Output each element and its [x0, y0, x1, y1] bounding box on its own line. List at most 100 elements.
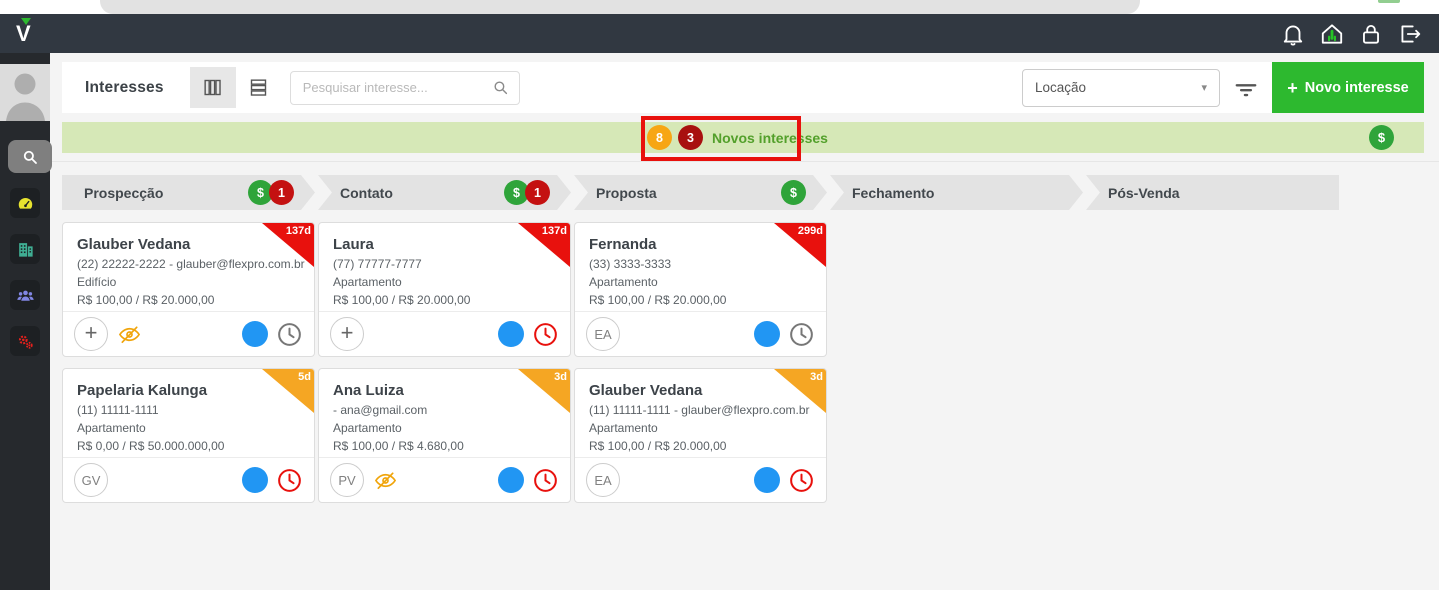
new-interest-button[interactable]: + Novo interesse: [1272, 62, 1424, 113]
card-agent-button[interactable]: +: [330, 317, 364, 351]
category-select-value: Locação: [1035, 80, 1087, 95]
age-ribbon-label: 137d: [541, 225, 567, 237]
stage-badges: $ 1: [248, 180, 294, 205]
search-icon[interactable]: [492, 79, 509, 96]
clock-icon[interactable]: [788, 321, 815, 348]
banner-dollar-badge[interactable]: $: [1369, 125, 1394, 150]
card-values: R$ 100,00 / R$ 4.680,00: [333, 438, 464, 453]
search-input[interactable]: [290, 80, 492, 95]
stage-count-badge[interactable]: 1: [525, 180, 550, 205]
clock-icon[interactable]: [532, 321, 559, 348]
stage-header[interactable]: Pós-Venda: [1086, 175, 1339, 210]
card-body: Laura (77) 77777-7777 Apartamento R$ 100…: [319, 223, 570, 313]
card-values: R$ 100,00 / R$ 20.000,00: [589, 292, 727, 307]
status-blue-dot[interactable]: [242, 467, 268, 493]
stage-header[interactable]: Prospecção $ 1: [62, 175, 315, 210]
stage-label: Pós-Venda: [1108, 184, 1180, 201]
card-contact: (33) 3333-3333: [589, 257, 672, 271]
stage-header[interactable]: Contato $ 1: [318, 175, 571, 210]
card-name: Laura: [333, 236, 374, 253]
card-footer: PV: [319, 457, 570, 502]
board-column: Prospecção $ 1 137d Glauber Vedana (22) …: [62, 175, 315, 503]
sidebar: [0, 53, 52, 590]
card-body: Ana Luiza - ana@gmail.com Apartamento R$…: [319, 369, 570, 459]
clock-icon[interactable]: [276, 321, 303, 348]
browser-strip: [0, 0, 1439, 14]
clock-icon[interactable]: [788, 467, 815, 494]
search-box: [289, 70, 520, 105]
status-blue-dot[interactable]: [498, 321, 524, 347]
stage-count-badge[interactable]: 1: [269, 180, 294, 205]
sidebar-dashboard-gauge-icon[interactable]: [10, 188, 40, 218]
user-avatar[interactable]: [0, 64, 50, 121]
card-agent-button[interactable]: EA: [586, 317, 620, 351]
card-contact: (77) 77777-7777: [333, 257, 422, 271]
interest-card[interactable]: 299d Fernanda (33) 3333-3333 Apartamento…: [574, 222, 827, 357]
interest-card[interactable]: 5d Papelaria Kalunga (11) 11111-1111 Apa…: [62, 368, 315, 503]
interest-card[interactable]: 137d Glauber Vedana (22) 22222-2222 - gl…: [62, 222, 315, 357]
status-blue-dot[interactable]: [754, 321, 780, 347]
card-agent-button[interactable]: PV: [330, 463, 364, 497]
status-blue-dot[interactable]: [242, 321, 268, 347]
board-column: Pós-Venda: [1086, 175, 1339, 503]
category-select[interactable]: Locação ▾: [1022, 68, 1220, 107]
card-contact: - ana@gmail.com: [333, 403, 428, 417]
app-logo[interactable]: V: [16, 17, 31, 45]
kanban-view-button[interactable]: [189, 67, 236, 108]
card-body: Papelaria Kalunga (11) 11111-1111 Aparta…: [63, 369, 314, 459]
banner-label: Novos interesses: [712, 129, 828, 146]
eye-slash-icon[interactable]: [118, 323, 141, 346]
interest-card[interactable]: 137d Laura (77) 77777-7777 Apartamento R…: [318, 222, 571, 357]
card-values: R$ 100,00 / R$ 20.000,00: [77, 292, 215, 307]
age-ribbon-label: 137d: [285, 225, 311, 237]
status-blue-dot[interactable]: [498, 467, 524, 493]
stage-dollar-badge[interactable]: $: [781, 180, 806, 205]
card-name: Ana Luiza: [333, 382, 404, 399]
card-agent-button[interactable]: +: [74, 317, 108, 351]
browser-extension-icon[interactable]: [1378, 0, 1400, 3]
board-column: Fechamento: [830, 175, 1083, 503]
card-contact: (22) 22222-2222 - glauber@flexpro.com.br: [77, 257, 305, 271]
stage-header[interactable]: Fechamento: [830, 175, 1083, 210]
pipeline-board: Prospecção $ 1 137d Glauber Vedana (22) …: [62, 175, 1339, 503]
stage-label: Contato: [340, 184, 393, 201]
status-blue-dot[interactable]: [754, 467, 780, 493]
card-footer: EA: [575, 311, 826, 356]
sidebar-clients-users-icon[interactable]: [10, 280, 40, 310]
interest-card[interactable]: 3d Glauber Vedana (11) 11111-1111 - glau…: [574, 368, 827, 503]
app-topbar: V: [0, 14, 1439, 53]
lock-icon[interactable]: [1358, 21, 1384, 47]
card-body: Fernanda (33) 3333-3333 Apartamento R$ 1…: [575, 223, 826, 313]
card-property-type: Edifício: [77, 274, 117, 289]
sidebar-settings-gears-icon[interactable]: [10, 326, 40, 356]
page-title: Interesses: [85, 78, 164, 96]
sidebar-search-button[interactable]: [8, 140, 52, 173]
caret-down-icon: ▾: [1201, 82, 1207, 94]
card-property-type: Apartamento: [333, 420, 402, 435]
new-interests-banner[interactable]: 8 3 Novos interesses $: [62, 122, 1424, 153]
columns-icon: [204, 79, 221, 96]
clock-icon[interactable]: [276, 467, 303, 494]
card-name: Papelaria Kalunga: [77, 382, 208, 399]
card-property-type: Apartamento: [589, 420, 658, 435]
board-column: Proposta $ 299d Fernanda (33) 3333-3333 …: [574, 175, 827, 503]
rows-icon: [251, 79, 267, 96]
card-property-type: Apartamento: [589, 274, 658, 289]
card-agent-button[interactable]: GV: [74, 463, 108, 497]
clock-icon[interactable]: [532, 467, 559, 494]
browser-address-bar[interactable]: [100, 0, 1140, 14]
stage-header[interactable]: Proposta $: [574, 175, 827, 210]
filter-icon[interactable]: [1233, 75, 1259, 101]
stage-label: Fechamento: [852, 184, 935, 201]
notifications-bell-icon[interactable]: [1280, 21, 1306, 47]
overdue-count-badge: 3: [678, 125, 703, 150]
logout-icon[interactable]: [1397, 21, 1423, 47]
card-agent-button[interactable]: EA: [586, 463, 620, 497]
list-view-button[interactable]: [235, 67, 282, 108]
interest-card[interactable]: 3d Ana Luiza - ana@gmail.com Apartamento…: [318, 368, 571, 503]
pending-count-badge: 8: [647, 125, 672, 150]
home-touch-icon[interactable]: [1319, 21, 1345, 47]
eye-slash-icon[interactable]: [374, 469, 397, 492]
sidebar-properties-building-icon[interactable]: [10, 234, 40, 264]
card-footer: GV: [63, 457, 314, 502]
